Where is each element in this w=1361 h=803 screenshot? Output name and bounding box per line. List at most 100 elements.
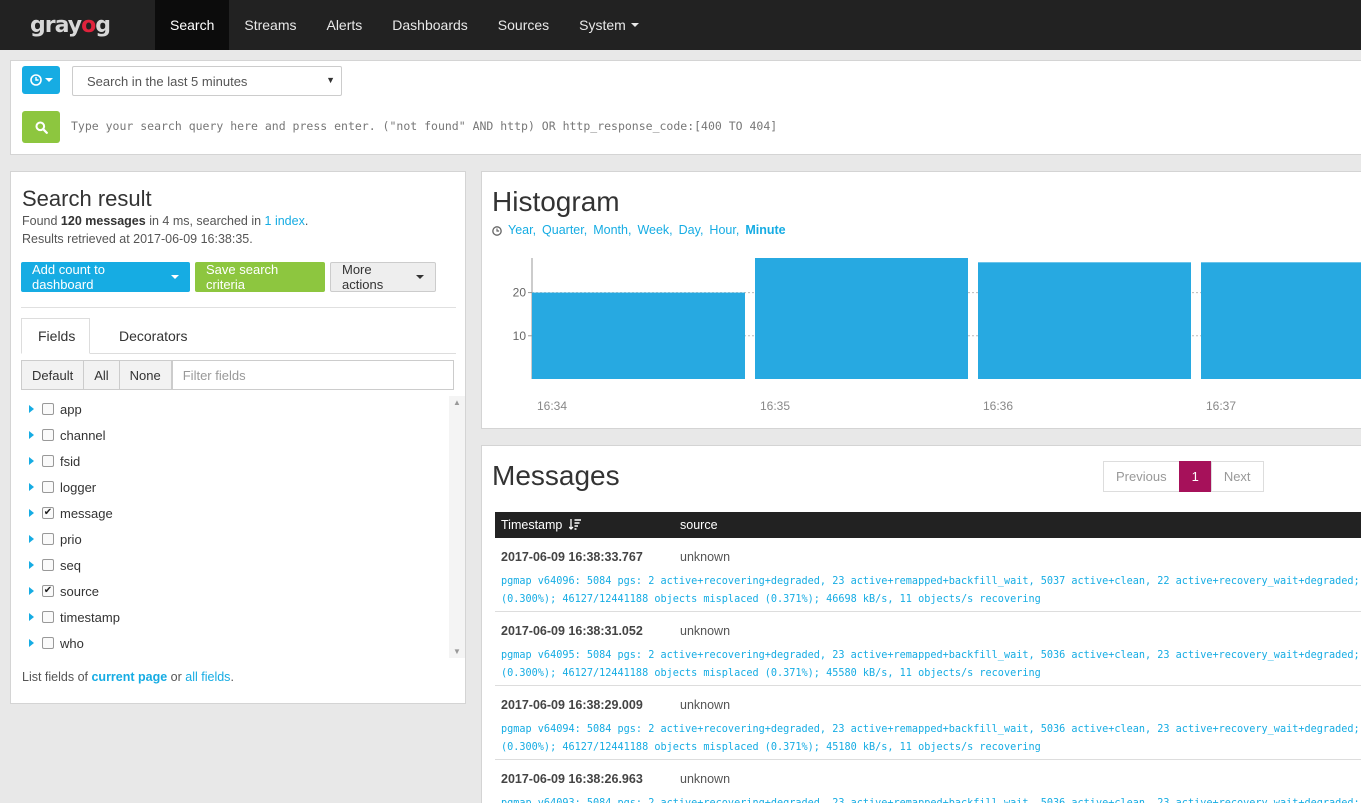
field-checkbox[interactable]: ✔: [42, 585, 54, 597]
nav-sources[interactable]: Sources: [483, 0, 564, 50]
current-page-link[interactable]: current page: [91, 670, 167, 684]
index-link[interactable]: 1 index: [265, 214, 305, 228]
histogram-panel: Histogram Year, Quarter, Month, Week, Day, Ho…: [481, 171, 1361, 429]
message-row[interactable]: 2017-06-09 16:38:33.767 unknown pgmap v640…: [495, 538, 1361, 612]
message-row[interactable]: 2017-06-09 16:38:31.052 unknown pgmap v640…: [495, 612, 1361, 686]
nav-system[interactable]: System: [564, 0, 654, 50]
x-tick-label: 16:37: [1206, 399, 1236, 413]
filter-fields-input[interactable]: Filter fields: [171, 360, 454, 390]
field-item[interactable]: app: [21, 396, 82, 422]
fields-none-button[interactable]: None: [118, 360, 172, 390]
field-item[interactable]: ✔ message: [21, 500, 113, 526]
fields-tabs: Fields Decorators: [21, 318, 456, 354]
more-actions-button[interactable]: More actions: [330, 262, 436, 292]
time-range-select[interactable]: Search in the last 5 minutes ▼: [72, 66, 342, 96]
tab-fields[interactable]: Fields: [21, 318, 90, 354]
field-name: who: [60, 635, 84, 651]
resolution-link[interactable]: Quarter,: [542, 223, 587, 237]
histogram-bar: [1201, 262, 1361, 379]
x-tick-label: 16:35: [760, 399, 790, 413]
nav-dashboards[interactable]: Dashboards: [377, 0, 483, 50]
field-checkbox[interactable]: [42, 533, 54, 545]
message-timestamp: 2017-06-09 16:38:26.963: [501, 772, 643, 786]
field-checkbox[interactable]: [42, 403, 54, 415]
histogram-bar: [532, 292, 745, 379]
graylog-logo[interactable]: gray o g: [0, 0, 155, 50]
nav-search[interactable]: Search: [155, 0, 230, 50]
pagination-page-1[interactable]: 1: [1178, 461, 1212, 492]
field-name: message: [60, 505, 113, 521]
pagination-previous[interactable]: Previous: [1103, 461, 1180, 492]
message-row[interactable]: 2017-06-09 16:38:26.963 unknown pgmap v640…: [495, 760, 1361, 803]
tab-decorators[interactable]: Decorators: [103, 318, 203, 354]
button-label: More actions: [342, 262, 384, 292]
fields-default-button[interactable]: Default: [21, 360, 85, 390]
fields-all-button[interactable]: All: [83, 360, 120, 390]
field-item[interactable]: timestamp: [21, 604, 120, 630]
resolution-link[interactable]: Minute: [745, 223, 785, 237]
field-item[interactable]: fsid: [21, 448, 80, 474]
message-source: unknown: [680, 772, 731, 786]
field-item[interactable]: logger: [21, 474, 96, 500]
expand-caret-icon[interactable]: [29, 587, 34, 595]
caret-down-icon: [171, 275, 179, 279]
save-search-criteria-button[interactable]: Save search criteria: [195, 262, 325, 292]
field-checkbox[interactable]: [42, 559, 54, 571]
resolution-link[interactable]: Day,: [679, 223, 704, 237]
column-source[interactable]: source: [680, 518, 718, 532]
expand-caret-icon[interactable]: [29, 561, 34, 569]
add-count-to-dashboard-button[interactable]: Add count to dashboard: [21, 262, 190, 292]
expand-caret-icon[interactable]: [29, 639, 34, 647]
expand-caret-icon[interactable]: [29, 431, 34, 439]
field-checkbox[interactable]: ✔: [42, 507, 54, 519]
histogram-chart: 10 20 16:34 16:35 16:36 16:37: [513, 258, 1361, 413]
message-text-line: pgmap v64095: 5084 pgs: 2 active+recover…: [501, 650, 1361, 661]
field-checkbox[interactable]: [42, 455, 54, 467]
resolution-link[interactable]: Hour,: [709, 223, 739, 237]
scroll-up-icon[interactable]: ▲: [453, 398, 461, 407]
time-range-type-button[interactable]: [22, 66, 60, 94]
field-list-scrollbar[interactable]: ▲ ▼: [449, 396, 465, 658]
search-bar: Search in the last 5 minutes ▼ Type your…: [10, 60, 1361, 155]
column-timestamp[interactable]: Timestamp: [501, 518, 581, 532]
expand-caret-icon[interactable]: [29, 509, 34, 517]
scroll-down-icon[interactable]: ▼: [453, 647, 461, 656]
logo-text-a: gray: [30, 12, 82, 38]
resolution-link[interactable]: Year,: [508, 223, 536, 237]
pagination-next[interactable]: Next: [1210, 461, 1264, 492]
expand-caret-icon[interactable]: [29, 483, 34, 491]
expand-caret-icon[interactable]: [29, 405, 34, 413]
message-text-line: pgmap v64094: 5084 pgs: 2 active+recover…: [501, 724, 1361, 735]
nav-alerts[interactable]: Alerts: [311, 0, 377, 50]
field-name: source: [60, 583, 100, 599]
all-fields-link[interactable]: all fields: [185, 670, 230, 684]
search-query-input[interactable]: Type your search query here and press en…: [71, 119, 777, 133]
message-text-line: (0.300%); 46127/12441188 objects misplac…: [501, 742, 1041, 753]
message-text: pgmap v64095: 5084 pgs: 2 active+recover…: [501, 647, 1361, 683]
message-timestamp: 2017-06-09 16:38:33.767: [501, 550, 643, 564]
expand-caret-icon[interactable]: [29, 457, 34, 465]
field-checkbox[interactable]: [42, 611, 54, 623]
nav-system-label: System: [579, 17, 626, 33]
expand-caret-icon[interactable]: [29, 613, 34, 621]
field-checkbox[interactable]: [42, 637, 54, 649]
clock-icon: [492, 226, 502, 236]
button-label: Add count to dashboard: [32, 262, 105, 292]
field-item[interactable]: ✔ source: [21, 578, 99, 604]
resolution-link[interactable]: Week,: [637, 223, 672, 237]
nav-streams[interactable]: Streams: [229, 0, 311, 50]
caret-down-icon: [630, 23, 639, 27]
resolution-link[interactable]: Month,: [593, 223, 631, 237]
field-item[interactable]: seq: [21, 552, 81, 578]
expand-caret-icon[interactable]: [29, 535, 34, 543]
field-item[interactable]: who: [21, 630, 84, 656]
field-checkbox[interactable]: [42, 429, 54, 441]
search-button[interactable]: [22, 111, 60, 143]
sort-descending-icon[interactable]: [568, 519, 581, 530]
field-name: prio: [60, 531, 82, 547]
field-item[interactable]: channel: [21, 422, 106, 448]
message-text: pgmap v64094: 5084 pgs: 2 active+recover…: [501, 721, 1361, 757]
field-checkbox[interactable]: [42, 481, 54, 493]
message-row[interactable]: 2017-06-09 16:38:29.009 unknown pgmap v640…: [495, 686, 1361, 760]
field-item[interactable]: prio: [21, 526, 82, 552]
